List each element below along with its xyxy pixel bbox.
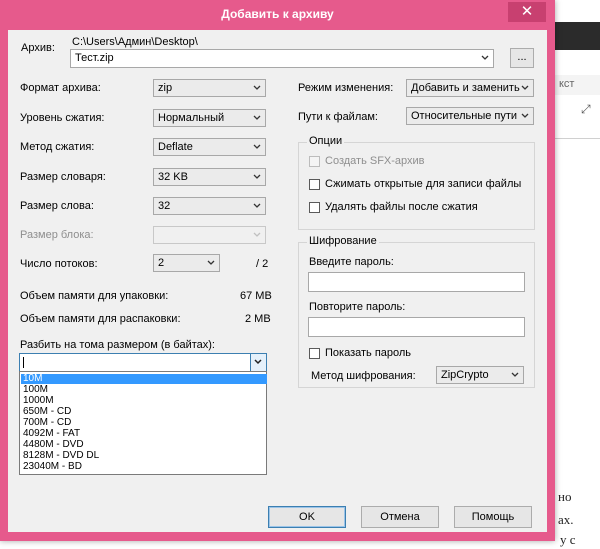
expand-icon: ⤢	[581, 102, 591, 116]
split-size-option[interactable]: 700M - CD	[21, 418, 267, 428]
split-dropdown-button[interactable]	[250, 354, 266, 371]
split-size-option[interactable]: 650M - CD	[21, 407, 267, 417]
background-divider	[555, 138, 600, 139]
split-size-option[interactable]: 1000M	[21, 396, 267, 406]
password-input[interactable]	[308, 272, 525, 292]
split-size-option[interactable]: 100M	[21, 385, 267, 395]
block-label: Размер блока:	[20, 229, 94, 241]
options-group: Опции Создать SFX-архив Сжимать открытые…	[298, 135, 535, 230]
format-select[interactable]: zip	[153, 79, 266, 97]
browse-button[interactable]: ...	[510, 48, 534, 68]
split-label: Разбить на тома размером (в байтах):	[20, 339, 215, 351]
dict-label: Размер словаря:	[20, 171, 106, 183]
mode-select[interactable]: Добавить и заменить	[406, 79, 534, 97]
split-size-option[interactable]: 10M	[21, 374, 267, 384]
encryption-method-select[interactable]: ZipCrypto	[436, 366, 524, 384]
threads-max: / 2	[256, 258, 269, 270]
threads-label: Число потоков:	[20, 258, 98, 270]
mem-unpack-label: Объем памяти для распаковки:	[20, 313, 181, 325]
delete-after-checkbox[interactable]	[309, 202, 320, 213]
dict-value: 32 KB	[158, 171, 188, 183]
show-password-checkbox[interactable]	[309, 348, 320, 359]
method-select[interactable]: Deflate	[153, 138, 266, 156]
mem-pack-label: Объем памяти для упаковки:	[20, 290, 169, 302]
close-button[interactable]: ✕	[508, 2, 546, 22]
archive-label: Архив:	[21, 42, 55, 54]
background-text: но	[558, 489, 572, 504]
chevron-down-icon	[252, 83, 262, 93]
text-caret	[23, 357, 24, 368]
mode-label: Режим изменения:	[298, 82, 394, 94]
password-repeat-label: Повторите пароль:	[309, 301, 406, 313]
help-button[interactable]: Помощь	[454, 506, 532, 528]
compress-open-checkbox[interactable]	[309, 179, 320, 190]
chevron-down-icon	[252, 113, 262, 123]
password-label: Введите пароль:	[309, 256, 394, 268]
mem-unpack-value: 2 MB	[245, 313, 271, 325]
title-bar[interactable]: Добавить к архиву ✕	[0, 0, 555, 28]
format-value: zip	[158, 82, 173, 94]
paths-label: Пути к файлам:	[298, 111, 378, 123]
mem-pack-value: 67 MB	[240, 290, 272, 302]
compress-open-label[interactable]: Сжимать открытые для записи файлы	[325, 178, 521, 190]
ok-button[interactable]: OK	[268, 506, 346, 528]
sfx-checkbox	[309, 156, 320, 167]
encryption-method-value: ZipCrypto	[441, 369, 489, 381]
encryption-method-label: Метод шифрования:	[311, 370, 416, 382]
show-password-label[interactable]: Показать пароль	[325, 347, 411, 359]
threads-value: 2	[158, 257, 165, 269]
background-text: у с	[560, 532, 576, 547]
format-label: Формат архива:	[20, 82, 101, 94]
chevron-down-icon	[252, 201, 262, 211]
archive-name-value: Тест.zip	[75, 52, 114, 64]
encryption-group: Шифрование Введите пароль: Повторите пар…	[298, 235, 535, 388]
method-label: Метод сжатия:	[20, 141, 95, 153]
method-value: Deflate	[158, 141, 193, 153]
password-repeat-input[interactable]	[308, 317, 525, 337]
level-label: Уровень сжатия:	[20, 112, 105, 124]
options-title: Опции	[307, 135, 345, 147]
cancel-button[interactable]: Отмена	[361, 506, 439, 528]
archive-path: C:\Users\Админ\Desktop\	[72, 36, 198, 48]
close-icon: ✕	[520, 3, 534, 20]
split-size-option[interactable]: 4480M - DVD	[21, 440, 267, 450]
split-size-dropdown: 10M 100M 1000M 650M - CD 700M - CD 4092M - FA…	[19, 371, 267, 475]
chevron-down-icon	[520, 111, 530, 121]
level-select[interactable]: Нормальный	[153, 109, 266, 127]
word-value: 32	[158, 200, 171, 212]
threads-select[interactable]: 2	[153, 254, 220, 272]
chevron-down-icon	[252, 230, 262, 240]
chevron-down-icon	[510, 370, 520, 380]
split-size-combo[interactable]	[19, 353, 267, 372]
encryption-title: Шифрование	[307, 235, 379, 247]
background-text: кст	[559, 78, 575, 90]
chevron-down-icon	[206, 258, 216, 268]
background-toolbar	[555, 22, 600, 50]
mode-value: Добавить и заменить	[411, 82, 520, 94]
background-text: ах.	[558, 512, 574, 527]
split-size-option[interactable]: 8128M - DVD DL	[21, 451, 267, 461]
split-size-option[interactable]: 23040M - BD	[21, 462, 267, 472]
chevron-down-icon	[520, 83, 530, 93]
paths-select[interactable]: Относительные пути	[406, 107, 534, 125]
word-select[interactable]: 32	[153, 197, 266, 215]
delete-after-label[interactable]: Удалять файлы после сжатия	[325, 201, 478, 213]
chevron-down-icon	[480, 53, 490, 63]
chevron-down-icon	[252, 142, 262, 152]
block-select	[153, 226, 266, 244]
sfx-label: Создать SFX-архив	[325, 155, 425, 167]
split-size-option[interactable]: 4092M - FAT	[21, 429, 267, 439]
archive-name-combo[interactable]: Тест.zip	[70, 49, 494, 68]
window-title: Добавить к архиву	[221, 7, 334, 21]
paths-value: Относительные пути	[411, 110, 518, 122]
word-label: Размер слова:	[20, 200, 94, 212]
level-value: Нормальный	[158, 112, 225, 124]
chevron-down-icon	[254, 359, 262, 365]
dict-select[interactable]: 32 KB	[153, 168, 266, 186]
chevron-down-icon	[252, 172, 262, 182]
